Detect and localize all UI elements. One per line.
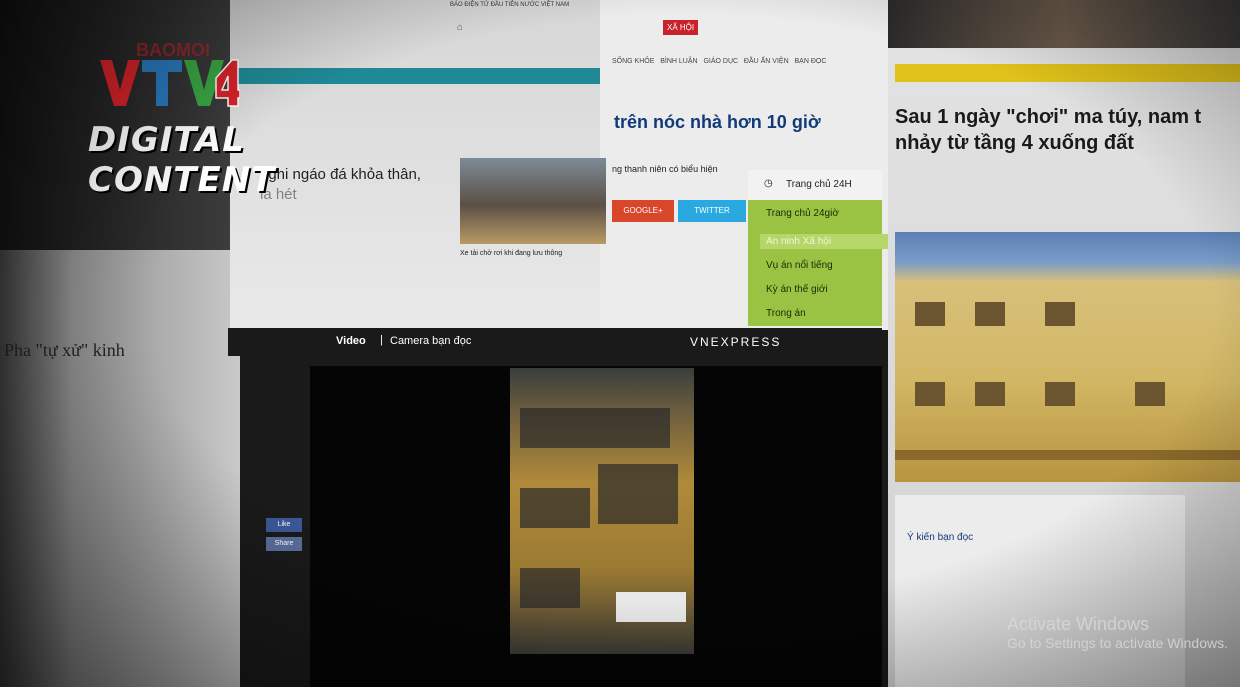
comment-box: Ý kiến bạn đọc: [895, 495, 1185, 687]
activate-windows-watermark: Activate Windows Go to Settings to activ…: [1007, 614, 1228, 651]
divider: |: [380, 334, 383, 346]
video-label[interactable]: Video: [336, 335, 366, 347]
activate-subtitle: Go to Settings to activate Windows.: [1007, 635, 1228, 651]
right-category-bar[interactable]: [895, 64, 1240, 82]
camera-ban-doc-label[interactable]: Camera bạn đọc: [390, 335, 471, 347]
right-headline: Sau 1 ngày "chơi" ma túy, nam t nhảy từ …: [895, 106, 1202, 154]
subnav-item[interactable]: BẠN ĐỌC: [794, 58, 826, 65]
subnav-item[interactable]: SỐNG KHỎE: [612, 58, 654, 65]
left-news-page: Pha "tự xử" kinh: [0, 250, 240, 687]
side-menu-item[interactable]: Trong án: [766, 308, 806, 319]
side-menu-item[interactable]: Kỳ án thế giới: [766, 284, 828, 295]
side-menu: Trang chủ 24giờ An ninh Xã hội Vụ án nổi…: [748, 200, 892, 326]
digital-line: DIGITAL: [88, 120, 245, 160]
digital-content-logo: DIGITAL CONTENT: [88, 120, 276, 200]
vnexpress-top-menu: BÁO ĐIỆN TỬ ĐẦU TIÊN NƯỚC VIỆT NAM ⌂ XÃ …: [450, 2, 890, 38]
subnav-item[interactable]: BÌNH LUẬN: [660, 58, 697, 65]
side-menu-item[interactable]: Vụ án nổi tiếng: [766, 260, 833, 271]
top-banner: BÁO ĐIỆN TỬ ĐẦU TIÊN NƯỚC VIỆT NAM: [450, 2, 570, 8]
vnexpress-subnav[interactable]: SỐNG KHỎE BÌNH LUẬN GIÁO DỤC ĐẦU ẤN VIỆN…: [612, 58, 884, 65]
baomoi-headline: nghi ngáo đá khỏa thân,: [260, 166, 421, 183]
twitter-button[interactable]: TWITTER: [678, 200, 746, 222]
right-top-photo: [888, 0, 1240, 48]
truck-caption: Xe tải chở rơi khi đang lưu thông: [460, 250, 563, 257]
shop-sign: [616, 592, 686, 622]
article-snippet: ng thanh niên có biểu hiện: [612, 164, 718, 174]
right-building-photo: [895, 232, 1240, 482]
side-menu-item[interactable]: Trang chủ 24giờ: [766, 208, 839, 219]
video-header-bar: Video | Camera bạn đọc VNEXPRESS: [228, 328, 882, 356]
share-button[interactable]: Share: [266, 537, 302, 551]
subnav-item[interactable]: ĐẦU ẤN VIỆN: [744, 58, 789, 65]
burned-truck-photo: [460, 158, 606, 244]
like-button[interactable]: Like: [266, 518, 302, 532]
comment-title: Ý kiến bạn đọc: [907, 532, 974, 543]
side-panel-title: Trang chủ 24H: [786, 179, 852, 190]
menu-item-xa-hoi[interactable]: XÃ HỘI: [663, 20, 699, 35]
vnexpress-logo: VNEXPRESS: [690, 335, 782, 349]
baomoi-nav-bar[interactable]: [232, 68, 610, 84]
google-plus-button[interactable]: GOOGLE+: [612, 200, 674, 222]
side-menu-item-active[interactable]: An ninh Xã hội: [760, 234, 892, 249]
video-clip-building: [510, 368, 694, 654]
vnexpress-headline: trên nóc nhà hơn 10 giờ: [614, 112, 821, 132]
vtv4-logo: [100, 59, 240, 107]
social-buttons: GOOGLE+ TWITTER: [612, 200, 748, 222]
home-icon[interactable]: ⌂: [457, 22, 463, 33]
activate-title: Activate Windows: [1007, 614, 1150, 634]
clock-icon: ◷: [764, 178, 773, 189]
subnav-item[interactable]: GIÁO DỤC: [703, 58, 738, 65]
left-headline: Pha "tự xử" kinh: [4, 340, 125, 360]
content-line: CONTENT: [88, 160, 276, 200]
